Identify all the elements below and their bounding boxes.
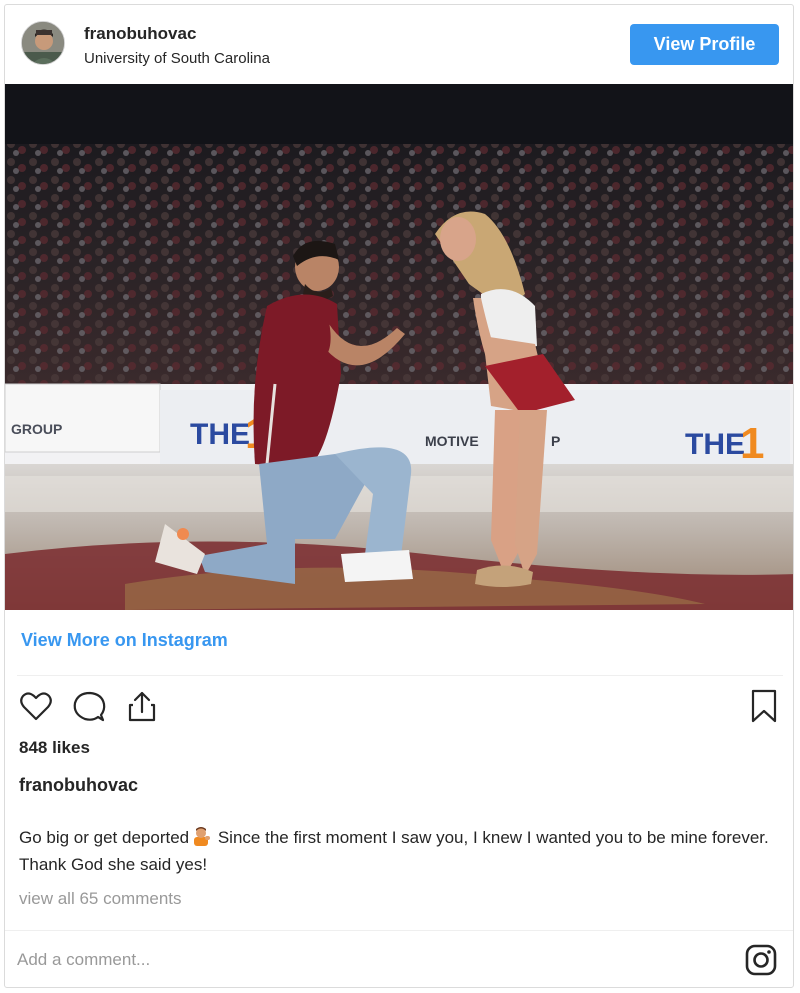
banner-left-text: GROUP [11,421,62,437]
banner-logo-text-right: THE [685,428,745,461]
post-header: franobuhovac University of South Carolin… [5,5,793,83]
banner-mid-text: MOTIVE [425,433,479,449]
post-username[interactable]: franobuhovac [84,24,196,44]
caption-username[interactable]: franobuhovac [19,775,138,796]
bookmark-icon[interactable] [746,688,782,724]
person-gesturing-emoji [191,826,211,846]
comment-bubble-icon[interactable] [71,688,107,724]
add-comment-input[interactable] [17,945,617,975]
view-profile-button[interactable]: View Profile [630,24,779,65]
avatar[interactable] [21,21,65,65]
caption-text-start: Go big or get deported [19,828,190,847]
banner-logo-digit-right: 1 [740,419,764,468]
instagram-embed-card: franobuhovac University of South Carolin… [4,4,794,988]
view-all-comments-link[interactable]: view all 65 comments [19,889,182,909]
share-icon[interactable] [124,688,160,724]
post-photo[interactable]: GROUP MOTIVE P THE 1 THE 1 [5,84,793,610]
banner-mid-tail: P [551,433,560,449]
instagram-glyph-icon[interactable] [743,942,779,978]
like-count[interactable]: 848 likes [19,738,90,758]
banner-logo-text-left: THE [190,418,250,451]
heart-icon[interactable] [18,688,54,724]
comment-bar [5,930,793,987]
divider [17,675,783,676]
post-location[interactable]: University of South Carolina [84,50,270,67]
view-more-on-instagram-link[interactable]: View More on Instagram [21,630,228,651]
post-caption: Go big or get deported Since the first m… [19,824,784,878]
